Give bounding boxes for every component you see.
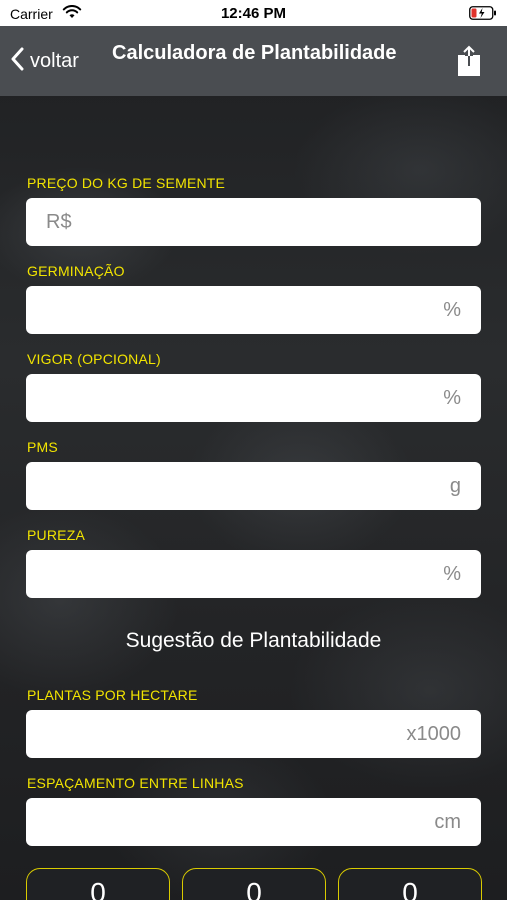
navigation-bar: voltar Calculadora de Plantabilidade (0, 26, 507, 96)
vigor-input[interactable] (26, 374, 481, 422)
vigor-label: VIGOR (OPCIONAL) (27, 351, 161, 367)
seed-price-input[interactable] (26, 198, 481, 246)
plants-per-hectare-label: PLANTAS POR HECTARE (27, 687, 198, 703)
back-button[interactable]: voltar (10, 46, 79, 76)
row-spacing-label: ESPAÇAMENTO ENTRE LINHAS (27, 775, 244, 791)
germination-field[interactable] (26, 286, 481, 334)
purity-field[interactable] (26, 550, 481, 598)
row-spacing-field[interactable] (26, 798, 481, 846)
pms-field[interactable] (26, 462, 481, 510)
plants-per-hectare-field[interactable] (26, 710, 481, 758)
seed-price-label: PREÇO DO KG DE SEMENTE (27, 175, 226, 191)
result-box: 0 (182, 868, 326, 900)
page-title: Calculadora de Plantabilidade (112, 42, 397, 64)
suggestion-title: Sugestão de Plantabilidade (125, 629, 382, 652)
battery-charging-icon (469, 6, 497, 25)
status-time: 12:46 PM (220, 5, 287, 22)
status-bar: Carrier 12:46 PM (0, 0, 507, 26)
germination-label: GERMINAÇÃO (27, 263, 125, 279)
share-icon (457, 45, 481, 81)
result-box: 0 (338, 868, 482, 900)
vigor-field[interactable] (26, 374, 481, 422)
share-button[interactable] (457, 45, 481, 82)
germination-input[interactable] (26, 286, 481, 334)
plants-per-hectare-input[interactable] (26, 710, 481, 758)
pms-label: PMS (27, 439, 58, 455)
back-label: voltar (30, 49, 79, 72)
seed-price-field[interactable] (26, 198, 481, 246)
purity-label: PUREZA (27, 527, 85, 543)
result-box: 0 (26, 868, 170, 900)
chevron-left-icon (10, 47, 24, 76)
calculator-form: PREÇO DO KG DE SEMENTE GERMINAÇÃO VIGOR … (0, 96, 507, 900)
pms-input[interactable] (26, 462, 481, 510)
purity-input[interactable] (26, 550, 481, 598)
row-spacing-input[interactable] (26, 798, 481, 846)
